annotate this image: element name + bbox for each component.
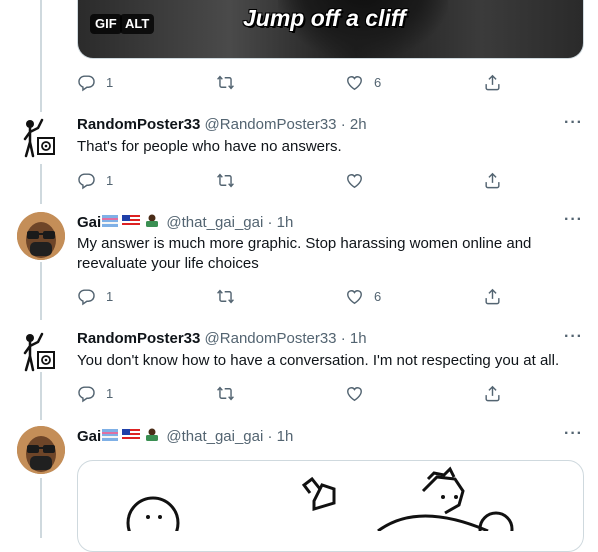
avatar[interactable]	[17, 426, 65, 474]
tweet-actions: 1	[77, 170, 582, 190]
handle[interactable]: @RandomPoster33	[205, 330, 337, 347]
share-button[interactable]	[483, 383, 502, 403]
tweet-header: Gai @that_gai_gai · 1h	[77, 427, 293, 445]
timestamp[interactable]: · 1h	[268, 214, 294, 231]
tweet-header: RandomPoster33 @RandomPoster33 · 1h	[77, 330, 367, 347]
tweet-header: Gai @that_gai_gai · 1h	[77, 213, 293, 231]
thread-line	[40, 372, 42, 420]
reply-button[interactable]: 1	[77, 383, 113, 403]
display-name[interactable]: RandomPoster33	[77, 330, 200, 347]
retweet-icon	[216, 171, 235, 190]
alt-badge[interactable]: ALT	[120, 14, 155, 34]
like-button[interactable]: 6	[345, 72, 381, 92]
retweet-button[interactable]	[216, 170, 235, 190]
tweet-actions: 1 6	[77, 72, 582, 92]
tweet-text: That's for people who have no answers.	[77, 138, 342, 155]
thread-line	[40, 262, 42, 320]
tweet-header: RandomPoster33 @RandomPoster33 · 2h	[77, 116, 367, 133]
share-icon	[483, 171, 502, 190]
like-button[interactable]	[345, 170, 364, 190]
heart-icon	[345, 384, 364, 403]
display-name[interactable]: Gai	[77, 214, 101, 231]
gif-media[interactable]: GIF ALT Jump off a cliff	[77, 0, 584, 59]
reply-count: 1	[106, 74, 114, 90]
retweet-icon	[216, 384, 235, 403]
gif-badge: GIF	[90, 14, 122, 34]
like-count: 6	[374, 288, 382, 304]
display-name[interactable]: Gai	[77, 428, 101, 445]
heart-icon	[345, 287, 364, 306]
display-name[interactable]: RandomPoster33	[77, 116, 200, 133]
tweet-actions: 1 6	[77, 286, 582, 306]
more-icon[interactable]: ···	[564, 211, 583, 229]
retweet-button[interactable]	[216, 72, 235, 92]
reply-button[interactable]: 1	[77, 170, 113, 190]
handle[interactable]: @that_gai_gai	[166, 428, 263, 445]
thread-line	[40, 478, 42, 538]
avatar[interactable]	[17, 212, 65, 260]
like-count: 6	[374, 74, 382, 90]
avatar[interactable]	[17, 328, 65, 376]
more-icon[interactable]: ···	[564, 328, 583, 346]
thread-line	[40, 0, 42, 112]
share-icon	[483, 73, 502, 92]
gif-caption: Jump off a cliff	[243, 5, 406, 31]
reply-count: 1	[106, 172, 114, 188]
emoji-flags-icon	[102, 427, 162, 443]
share-button[interactable]	[483, 286, 502, 306]
reply-icon	[77, 384, 96, 403]
heart-icon	[345, 73, 364, 92]
thread-line	[40, 164, 42, 204]
emoji-flags-icon	[102, 213, 162, 229]
retweet-icon	[216, 287, 235, 306]
reply-count: 1	[106, 385, 114, 401]
retweet-button[interactable]	[216, 383, 235, 403]
reply-icon	[77, 287, 96, 306]
image-media[interactable]	[77, 460, 584, 552]
reply-icon	[77, 171, 96, 190]
timestamp[interactable]: · 1h	[341, 330, 367, 347]
retweet-icon	[216, 73, 235, 92]
timestamp[interactable]: · 2h	[341, 116, 367, 133]
share-button[interactable]	[483, 170, 502, 190]
reply-button[interactable]: 1	[77, 72, 113, 92]
reply-button[interactable]: 1	[77, 286, 113, 306]
like-button[interactable]: 6	[345, 286, 381, 306]
more-icon[interactable]: ···	[564, 425, 583, 443]
handle[interactable]: @that_gai_gai	[166, 214, 263, 231]
retweet-button[interactable]	[216, 286, 235, 306]
comic-illustration	[126, 466, 514, 550]
tweet-text: You don't know how to have a conversatio…	[77, 352, 560, 369]
share-icon	[483, 384, 502, 403]
tweet-text: My answer is much more graphic. Stop har…	[77, 235, 532, 272]
reply-icon	[77, 73, 96, 92]
timestamp[interactable]: · 1h	[268, 428, 294, 445]
handle[interactable]: @RandomPoster33	[205, 116, 337, 133]
like-button[interactable]	[345, 383, 364, 403]
share-icon	[483, 287, 502, 306]
reply-count: 1	[106, 288, 114, 304]
avatar[interactable]	[17, 114, 65, 162]
share-button[interactable]	[483, 72, 502, 92]
more-icon[interactable]: ···	[564, 114, 583, 132]
tweet-actions: 1	[77, 383, 582, 403]
heart-icon	[345, 171, 364, 190]
